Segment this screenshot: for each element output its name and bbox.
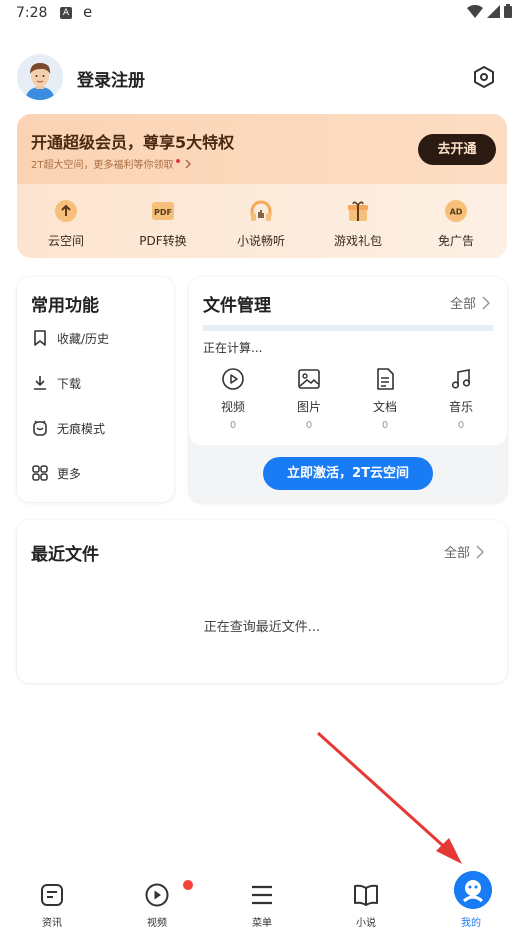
nav-me[interactable]: 我的	[436, 882, 506, 929]
battery-icon	[504, 4, 512, 18]
incognito-mode-item[interactable]: 无痕模式	[31, 419, 105, 437]
chevron-right-icon	[185, 158, 192, 169]
item-label: 更多	[57, 466, 82, 481]
all-label: 全部	[450, 297, 477, 312]
perk-ad-free[interactable]: AD 免广告	[416, 198, 496, 249]
video-icon	[144, 882, 170, 908]
item-label: 收藏/历史	[57, 331, 110, 346]
perk-label: PDF转换	[139, 234, 187, 248]
nav-label: 小说	[356, 918, 376, 929]
nav-news[interactable]: 资讯	[17, 882, 87, 929]
status-indicators	[467, 4, 512, 18]
perk-label: 免广告	[437, 234, 474, 248]
vip-subtitle-text: 2T超大空间，更多福利等你领取	[31, 160, 174, 171]
file-type-label: 音乐	[448, 400, 473, 414]
favorites-history-item[interactable]: 收藏/历史	[31, 329, 109, 347]
storage-status: 正在计算...	[203, 341, 263, 355]
nav-menu[interactable]: 菜单	[227, 882, 297, 929]
file-type-video[interactable]: 视频 0	[203, 367, 263, 431]
bookmark-icon	[31, 329, 49, 347]
perk-pdf-convert[interactable]: PDF PDF转换	[123, 198, 203, 249]
all-label: 全部	[444, 546, 471, 561]
nav-novel[interactable]: 小说	[331, 882, 401, 929]
common-functions-title: 常用功能	[31, 296, 99, 316]
download-item[interactable]: 下载	[31, 374, 81, 392]
perk-label: 小说畅听	[236, 234, 285, 248]
svg-text:PDF: PDF	[154, 208, 172, 217]
more-item[interactable]: 更多	[31, 464, 81, 482]
file-type-count: 0	[457, 420, 465, 431]
settings-hexagon-icon[interactable]	[472, 65, 496, 89]
video-notification-dot	[183, 880, 193, 890]
file-type-music[interactable]: 音乐 0	[431, 367, 491, 431]
incognito-icon	[31, 419, 49, 437]
storage-progress-bar	[202, 325, 494, 331]
document-icon	[373, 367, 397, 391]
item-label: 下载	[57, 376, 82, 391]
perk-label: 游戏礼包	[333, 234, 382, 248]
video-play-icon	[221, 367, 245, 391]
status-time: 7:28	[16, 5, 48, 21]
menu-icon	[249, 882, 275, 908]
file-management-title: 文件管理	[203, 296, 271, 316]
open-vip-button[interactable]: 去开通	[418, 134, 496, 165]
login-register-link[interactable]: 登录注册	[77, 66, 145, 91]
new-dot	[176, 158, 181, 163]
pdf-icon: PDF	[150, 198, 176, 224]
avatar[interactable]	[17, 54, 63, 100]
nav-video[interactable]: 视频	[122, 882, 192, 929]
file-type-label: 图片	[296, 400, 321, 414]
book-icon	[353, 882, 379, 908]
news-icon	[39, 882, 65, 908]
vip-subtitle[interactable]: 2T超大空间，更多福利等你领取	[31, 156, 193, 171]
chevron-right-icon	[482, 295, 491, 310]
ad-free-icon: AD	[443, 198, 469, 224]
nav-label: 菜单	[252, 918, 272, 929]
cloud-upload-icon	[53, 198, 79, 224]
perk-novel-listen[interactable]: 小说畅听	[221, 198, 301, 249]
download-icon	[31, 374, 49, 392]
file-type-label: 文档	[372, 400, 397, 414]
notification-a-icon: A	[60, 7, 72, 19]
nav-label: 视频	[147, 918, 167, 929]
svg-text:AD: AD	[450, 208, 463, 217]
nav-label: 我的	[461, 918, 481, 929]
wifi-icon	[467, 4, 483, 18]
file-type-count: 0	[305, 420, 313, 431]
file-type-count: 0	[381, 420, 389, 431]
nav-label: 资讯	[42, 918, 62, 929]
signal-icon	[487, 4, 500, 18]
vip-title: 开通超级会员，尊享5大特权	[31, 133, 235, 152]
music-icon	[449, 367, 473, 391]
file-type-count: 0	[229, 420, 237, 431]
recent-files-status: 正在查询最近文件...	[203, 620, 321, 635]
file-type-label: 视频	[220, 400, 245, 414]
browser-e-icon: e	[83, 3, 93, 21]
grid-icon	[31, 464, 49, 482]
activate-cloud-button[interactable]: 立即激活，2T云空间	[263, 457, 433, 490]
headphones-icon	[248, 198, 274, 224]
file-type-document[interactable]: 文档 0	[355, 367, 415, 431]
recent-all-link[interactable]: 全部	[444, 542, 485, 561]
perk-game-gift[interactable]: 游戏礼包	[318, 198, 398, 249]
item-label: 无痕模式	[57, 421, 106, 436]
file-all-link[interactable]: 全部	[450, 293, 491, 312]
perk-cloud-space[interactable]: 云空间	[26, 198, 106, 249]
file-type-image[interactable]: 图片 0	[279, 367, 339, 431]
gift-icon	[345, 198, 371, 224]
image-icon	[297, 367, 321, 391]
recent-files-title: 最近文件	[31, 545, 99, 565]
chevron-right-icon	[476, 544, 485, 559]
perk-label: 云空间	[47, 234, 84, 248]
